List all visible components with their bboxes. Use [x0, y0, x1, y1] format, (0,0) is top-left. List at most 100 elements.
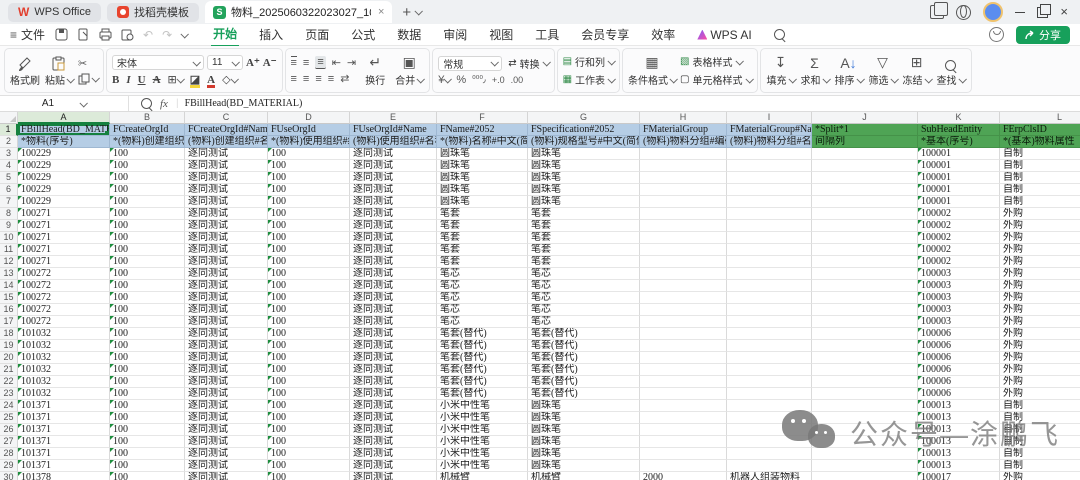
cell-F1[interactable]: FName#2052 [437, 124, 528, 136]
row-header-13[interactable]: 13 [0, 268, 18, 280]
cell-B7[interactable]: 100 [110, 196, 185, 208]
tab-视图[interactable]: 视图 [487, 23, 515, 46]
cell-C23[interactable]: 逐同测试 [185, 388, 268, 400]
cell-J5[interactable] [812, 172, 918, 184]
cell-D5[interactable]: 100 [268, 172, 350, 184]
cell-D10[interactable]: 100 [268, 232, 350, 244]
cell-J25[interactable] [812, 412, 918, 424]
cell-J23[interactable] [812, 388, 918, 400]
cell-C12[interactable]: 逐同测试 [185, 256, 268, 268]
cell-J18[interactable] [812, 328, 918, 340]
cell-G18[interactable]: 笔套(替代) [528, 328, 640, 340]
cell-B3[interactable]: 100 [110, 148, 185, 160]
cell-A1[interactable]: FBillHead(BD_MATERIAL) [18, 124, 110, 136]
cell-K19[interactable]: 100006 [918, 340, 1000, 352]
row-header-29[interactable]: 29 [0, 460, 18, 472]
cell-J8[interactable] [812, 208, 918, 220]
cell-H6[interactable] [640, 184, 727, 196]
cell-D16[interactable]: 100 [268, 304, 350, 316]
cell-C6[interactable]: 逐同测试 [185, 184, 268, 196]
cell-E1[interactable]: FUseOrgId#Name [350, 124, 437, 136]
cell-J26[interactable] [812, 424, 918, 436]
cell-D11[interactable]: 100 [268, 244, 350, 256]
cell-K18[interactable]: 100006 [918, 328, 1000, 340]
cell-E2[interactable]: (物料)使用组织#名称 [350, 136, 437, 148]
align-middle-button[interactable]: ≡ [303, 57, 309, 69]
cell-E19[interactable]: 逐同测试 [350, 340, 437, 352]
cell-L19[interactable]: 外购 [1000, 340, 1080, 352]
column-header-I[interactable]: I [727, 112, 812, 124]
cell-G23[interactable]: 笔套(替代) [528, 388, 640, 400]
cell-B9[interactable]: 100 [110, 220, 185, 232]
cell-F23[interactable]: 笔套(替代) [437, 388, 528, 400]
globe-icon[interactable] [956, 5, 971, 20]
share-button[interactable]: 分享 [1016, 26, 1070, 44]
cell-E20[interactable]: 逐同测试 [350, 352, 437, 364]
align-right-button[interactable]: ≡ [315, 73, 321, 85]
cell-F29[interactable]: 小米中性笔 [437, 460, 528, 472]
cell-F14[interactable]: 笔芯 [437, 280, 528, 292]
font-color-button[interactable]: A [207, 74, 215, 86]
cell-B25[interactable]: 100 [110, 412, 185, 424]
cell-C3[interactable]: 逐同测试 [185, 148, 268, 160]
cell-G2[interactable]: (物料)规格型号#中文(简体) [528, 136, 640, 148]
row-header-25[interactable]: 25 [0, 412, 18, 424]
cell-F18[interactable]: 笔套(替代) [437, 328, 528, 340]
cell-B17[interactable]: 100 [110, 316, 185, 328]
cell-D22[interactable]: 100 [268, 376, 350, 388]
cell-D2[interactable]: *(物料)使用组织#编码 [268, 136, 350, 148]
cell-A13[interactable]: 100272 [18, 268, 110, 280]
cell-K16[interactable]: 100003 [918, 304, 1000, 316]
cell-C28[interactable]: 逐同测试 [185, 448, 268, 460]
cell-G22[interactable]: 笔套(替代) [528, 376, 640, 388]
cell-J21[interactable] [812, 364, 918, 376]
row-header-28[interactable]: 28 [0, 448, 18, 460]
borders-button[interactable]: ⊞ [168, 73, 183, 86]
cell-B23[interactable]: 100 [110, 388, 185, 400]
cell-G11[interactable]: 笔套 [528, 244, 640, 256]
cell-K15[interactable]: 100003 [918, 292, 1000, 304]
comma-style-button[interactable]: ⁰⁰⁰٫ [472, 74, 486, 85]
cell-G9[interactable]: 笔套 [528, 220, 640, 232]
cell-E4[interactable]: 逐同测试 [350, 160, 437, 172]
cell-J24[interactable] [812, 400, 918, 412]
cell-D4[interactable]: 100 [268, 160, 350, 172]
cell-B19[interactable]: 100 [110, 340, 185, 352]
cell-I7[interactable] [727, 196, 812, 208]
merge-cells-button[interactable]: ▣ 合并 [394, 54, 424, 87]
cell-H5[interactable] [640, 172, 727, 184]
row-header-9[interactable]: 9 [0, 220, 18, 232]
cell-C27[interactable]: 逐同测试 [185, 436, 268, 448]
cell-style-button[interactable]: ▢单元格样式 [680, 72, 751, 87]
cell-I2[interactable]: (物料)物料分组#名称 [727, 136, 812, 148]
name-box-chevron-icon[interactable] [80, 99, 88, 107]
cell-H18[interactable] [640, 328, 727, 340]
cell-G1[interactable]: FSpecification#2052 [528, 124, 640, 136]
cell-G21[interactable]: 笔套(替代) [528, 364, 640, 376]
cell-H29[interactable] [640, 460, 727, 472]
cell-J11[interactable] [812, 244, 918, 256]
cell-G16[interactable]: 笔芯 [528, 304, 640, 316]
eraser-button[interactable]: ◇ [222, 73, 236, 86]
tab-工具[interactable]: 工具 [533, 23, 561, 46]
cell-I17[interactable] [727, 316, 812, 328]
increase-decimal-button[interactable]: +.0 [492, 75, 505, 85]
cell-F25[interactable]: 小米中性笔 [437, 412, 528, 424]
cell-B12[interactable]: 100 [110, 256, 185, 268]
cell-E7[interactable]: 逐同测试 [350, 196, 437, 208]
column-header-J[interactable]: J [812, 112, 918, 124]
cell-A2[interactable]: *物料(序号) [18, 136, 110, 148]
cell-A3[interactable]: 100229 [18, 148, 110, 160]
cell-C16[interactable]: 逐同测试 [185, 304, 268, 316]
cell-H28[interactable] [640, 448, 727, 460]
row-header-1[interactable]: 1 [0, 124, 18, 136]
increase-font-button[interactable]: A⁺ [246, 56, 260, 69]
cell-L11[interactable]: 外购 [1000, 244, 1080, 256]
cell-G14[interactable]: 笔芯 [528, 280, 640, 292]
cell-D17[interactable]: 100 [268, 316, 350, 328]
cell-A9[interactable]: 100271 [18, 220, 110, 232]
cell-H20[interactable] [640, 352, 727, 364]
cell-I13[interactable] [727, 268, 812, 280]
column-header-D[interactable]: D [268, 112, 350, 124]
cell-H7[interactable] [640, 196, 727, 208]
